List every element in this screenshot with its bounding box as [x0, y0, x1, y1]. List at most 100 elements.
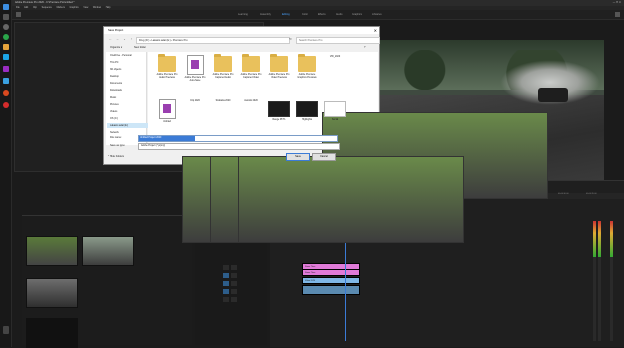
- breadcrumb[interactable]: Drug (D:) › Lakasto adat (E:) › Premiere…: [136, 37, 290, 44]
- menu-help[interactable]: Help: [106, 7, 111, 9]
- menu-clip[interactable]: Clip: [33, 7, 37, 9]
- spotify-icon[interactable]: [3, 34, 9, 40]
- file-label: Untitled: [163, 121, 171, 123]
- video-thumbnail: [238, 156, 464, 243]
- search-icon[interactable]: [615, 12, 620, 17]
- tool-cell[interactable]: [231, 281, 237, 286]
- project-clip-thumbnail[interactable]: [82, 236, 134, 266]
- project-clip-thumbnail[interactable]: [26, 278, 78, 308]
- file-item[interactable]: Autodio 2020: [238, 98, 464, 243]
- timeline-clip-blue[interactable]: Video 2020: [302, 277, 360, 284]
- start-icon[interactable]: [3, 4, 9, 10]
- file-item[interactable]: Szafarka 2020: [210, 98, 436, 243]
- video-thumbnail: [268, 101, 290, 117]
- project-clip-thumbnail[interactable]: [26, 236, 78, 266]
- nav-item[interactable]: Documents: [110, 81, 122, 86]
- file-item[interactable]: Range PFT1: [266, 98, 292, 138]
- filetype-row: Save as type: Adobe Project (*.prproj): [106, 143, 379, 150]
- address-bar: ← → ⌄ ↑ Drug (D:) › Lakasto adat (E:) › …: [106, 36, 380, 44]
- nav-item[interactable]: 3D objects: [110, 67, 121, 72]
- menu-file[interactable]: File: [16, 7, 20, 9]
- workspace-effects[interactable]: Effects: [318, 13, 326, 16]
- search-input[interactable]: Search Premiere Pro: [296, 37, 380, 44]
- premiere-pro-icon[interactable]: [3, 66, 9, 72]
- search-icon[interactable]: [3, 14, 9, 20]
- clock-icon[interactable]: [3, 326, 9, 334]
- refresh-icon[interactable]: ↻: [288, 37, 293, 42]
- task-view-icon[interactable]: [3, 24, 9, 30]
- workspace-editing[interactable]: Editing: [282, 13, 290, 16]
- forward-arrow-icon[interactable]: →: [115, 37, 120, 42]
- folder-item[interactable]: Adobe Premiere Pro Captured Video: [238, 54, 264, 94]
- workspace-color[interactable]: Color: [302, 13, 308, 16]
- workspace-audio[interactable]: Audio: [336, 13, 342, 16]
- timeline-audio-clip[interactable]: [302, 285, 360, 295]
- nav-item[interactable]: Music: [110, 95, 116, 100]
- organize-button[interactable]: Organize ▾: [110, 45, 122, 50]
- nav-item[interactable]: Desktop: [110, 74, 119, 79]
- close-icon[interactable]: ✕: [374, 27, 377, 34]
- edge-icon[interactable]: [3, 54, 9, 60]
- nav-item[interactable]: OS (C:): [110, 116, 118, 121]
- back-arrow-icon[interactable]: ←: [108, 37, 113, 42]
- folder-item[interactable]: Adobe Premiere Graphics Previews: [294, 54, 320, 94]
- folder-item[interactable]: Adobe Premiere Pro Audio Previews: [154, 54, 180, 94]
- file-explorer-icon[interactable]: [3, 44, 9, 50]
- up-arrow-icon[interactable]: ↑: [129, 37, 134, 42]
- nav-item[interactable]: Pictures: [110, 102, 119, 107]
- nav-item[interactable]: OneDrive - Personal: [110, 53, 132, 58]
- nav-item[interactable]: Videos: [110, 109, 117, 114]
- audio-meter-master: [610, 221, 613, 341]
- save-button[interactable]: Save: [286, 153, 310, 161]
- file-list: Adobe Premiere Pro Audio Previews Adobe …: [148, 52, 548, 243]
- windows-taskbar: [0, 0, 12, 347]
- folder-item[interactable]: Adobe Premiere Pro Auto-Save: [182, 54, 208, 94]
- folder-item[interactable]: Adobe Premiere Pro Captured Audio: [210, 54, 236, 94]
- file-item[interactable]: Highlights: [294, 98, 320, 138]
- folder-item[interactable]: Adobe Premiere Pro Video Previews: [266, 54, 292, 94]
- menu-graphics[interactable]: Graphics: [70, 7, 79, 9]
- menu-markers[interactable]: Markers: [57, 7, 65, 9]
- tool-cell[interactable]: [223, 289, 229, 294]
- file-item[interactable]: Clip 2020: [182, 98, 408, 243]
- dialog-titlebar: Save Project ✕: [104, 27, 379, 34]
- tool-cell[interactable]: [231, 265, 237, 270]
- premiere-file-icon: [158, 99, 176, 119]
- nav-item-selected[interactable]: Lakasto adat (E:): [107, 123, 148, 128]
- filename-input[interactable]: Untitled Project 2020: [138, 135, 338, 142]
- workspace-libraries[interactable]: Libraries: [372, 13, 382, 16]
- workspace-learning[interactable]: Learning: [238, 13, 248, 16]
- tool-cell[interactable]: [223, 281, 229, 286]
- tool-cell[interactable]: [231, 273, 237, 278]
- new-folder-button[interactable]: New folder: [134, 45, 146, 50]
- tool-cell[interactable]: [223, 273, 229, 278]
- folder-icon: [214, 54, 232, 72]
- chrome-icon[interactable]: [3, 90, 9, 96]
- workspace-graphics[interactable]: Graphics: [352, 13, 362, 16]
- menu-edit[interactable]: Edit: [24, 7, 28, 9]
- nav-item[interactable]: Downloads: [110, 88, 122, 93]
- tool-cell[interactable]: [231, 297, 237, 302]
- home-icon[interactable]: [16, 12, 21, 17]
- chevron-down-icon[interactable]: ⌄: [122, 37, 127, 42]
- folder-icon: [298, 54, 316, 72]
- tool-cell[interactable]: [223, 265, 229, 270]
- file-item[interactable]: Untitled: [154, 98, 180, 138]
- help-icon[interactable]: ?: [364, 45, 365, 50]
- workspace-assembly[interactable]: Assembly: [260, 13, 271, 16]
- file-item[interactable]: Social: [322, 98, 348, 138]
- menu-window[interactable]: Window: [93, 7, 101, 9]
- tool-cell[interactable]: [223, 297, 229, 302]
- menu-sequence[interactable]: Sequence: [42, 7, 52, 9]
- project-clip-thumbnail[interactable]: [26, 318, 78, 348]
- hide-folders-toggle[interactable]: ^ Hide Folders: [108, 155, 124, 158]
- menu-view[interactable]: View: [83, 7, 88, 9]
- timeline-clip-pink[interactable]: Stone Thee: [302, 269, 360, 276]
- tool-cell[interactable]: [231, 289, 237, 294]
- photoshop-icon[interactable]: [3, 78, 9, 84]
- cancel-button[interactable]: Cancel: [312, 153, 336, 161]
- opera-icon[interactable]: [3, 102, 9, 108]
- filetype-select[interactable]: Adobe Project (*.prproj): [138, 143, 340, 150]
- file-item[interactable]: VID_2020: [322, 54, 548, 199]
- nav-item[interactable]: This PC: [110, 60, 119, 65]
